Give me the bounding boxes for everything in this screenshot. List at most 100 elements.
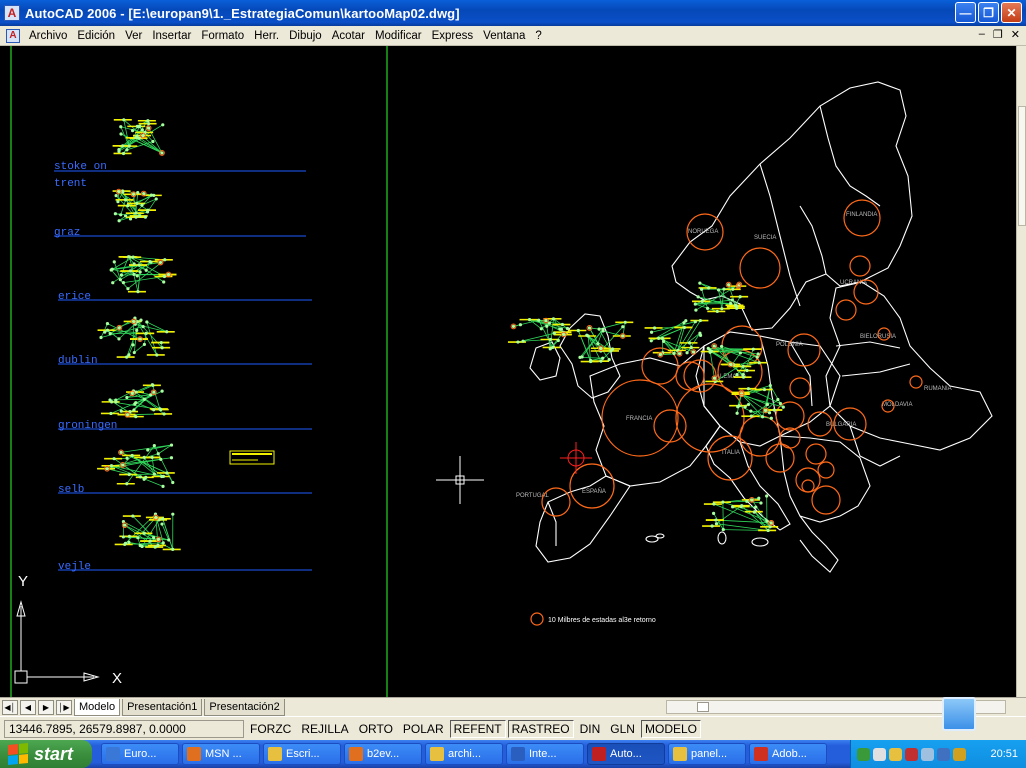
horizontal-scroll-thumb[interactable]: [697, 702, 709, 712]
network-node: [601, 327, 605, 332]
menu-modificar[interactable]: Modificar: [370, 26, 427, 46]
autocad-app-icon[interactable]: A: [4, 5, 20, 21]
city-network-3: [97, 316, 175, 359]
doc-close-button[interactable]: ✕: [1011, 28, 1020, 41]
doc-minimize-button[interactable]: –: [979, 28, 985, 41]
tab-prev-button[interactable]: ◀: [20, 699, 36, 715]
menu-ventana[interactable]: Ventana: [478, 26, 530, 46]
taskbar-item[interactable]: Euro...: [101, 743, 179, 765]
menu-express[interactable]: Express: [427, 26, 479, 46]
network-node: [117, 337, 121, 341]
network-node: [116, 200, 120, 204]
menu-insertar[interactable]: Insertar: [147, 26, 196, 46]
network-node: [162, 274, 167, 279]
network-node: [745, 368, 749, 373]
network-node: [156, 543, 160, 547]
drawing-area[interactable]: stoke on trent graz erice dublin groning…: [0, 46, 1016, 697]
antivirus-icon[interactable]: [905, 747, 918, 761]
network-node: [121, 463, 125, 467]
tab-presentacion2[interactable]: Presentación2: [204, 698, 285, 716]
tab-next-button[interactable]: ▶: [38, 699, 54, 715]
network-node: [153, 545, 157, 549]
network-icon[interactable]: [857, 747, 870, 761]
taskbar-item[interactable]: b2ev...: [344, 743, 422, 765]
taskbar-item[interactable]: archi...: [425, 743, 503, 765]
task-label: Euro...: [124, 748, 157, 760]
map-network-0: [507, 317, 572, 351]
toggle-orto[interactable]: ORTO: [354, 719, 397, 738]
network-node: [691, 350, 696, 354]
menu-ver[interactable]: Ver: [120, 26, 147, 46]
menu-dibujo[interactable]: Dibujo: [284, 26, 327, 46]
network-node: [119, 409, 123, 413]
taskbar-item[interactable]: Adob...: [749, 743, 827, 765]
doc-restore-button[interactable]: ❐: [993, 28, 1003, 41]
network-node: [649, 339, 653, 343]
minimize-button[interactable]: —: [955, 2, 976, 23]
taskbar: start Euro... MSN ... Escri... b2ev... archi…: [0, 740, 1026, 768]
taskbar-item[interactable]: Inte...: [506, 743, 584, 765]
start-button[interactable]: start: [0, 740, 92, 768]
network-node: [657, 336, 661, 340]
menu-archivo[interactable]: Archivo: [24, 26, 72, 46]
city-network-graphs: [97, 118, 181, 552]
data-circle: [817, 461, 835, 479]
toggle-forzc[interactable]: FORZC: [246, 719, 296, 738]
network-node: [169, 456, 174, 460]
network-node: [165, 330, 169, 334]
data-circle: [849, 255, 871, 277]
toggle-rejilla[interactable]: REJILLA: [297, 719, 353, 738]
coordinate-display[interactable]: 13446.7895, 26579.8987, 0.0000: [4, 719, 244, 738]
toggle-rastreo[interactable]: RASTREO: [507, 719, 574, 738]
taskbar-item[interactable]: MSN ...: [182, 743, 260, 765]
menu-formato[interactable]: Formato: [196, 26, 249, 46]
clock[interactable]: 20:51: [990, 748, 1018, 760]
menu-help[interactable]: ?: [530, 26, 546, 46]
menu-edicion[interactable]: Edición: [72, 26, 120, 46]
menu-acotar[interactable]: Acotar: [327, 26, 370, 46]
tab-first-button[interactable]: ◀│: [2, 699, 18, 715]
menu-herr[interactable]: Herr.: [249, 26, 284, 46]
messenger-icon[interactable]: [873, 747, 886, 761]
drawing-canvas[interactable]: stoke on trent graz erice dublin groning…: [0, 46, 1016, 697]
data-circle: [811, 485, 841, 515]
taskbar-item[interactable]: panel...: [668, 743, 746, 765]
security-icon[interactable]: [889, 747, 902, 761]
network-node: [112, 260, 116, 264]
taskbar-item[interactable]: Auto...: [587, 743, 665, 765]
task-label: panel...: [691, 748, 728, 760]
network-node: [693, 302, 697, 306]
network-node: [576, 328, 580, 333]
restore-button[interactable]: ❐: [978, 2, 999, 23]
toggle-polar[interactable]: POLAR: [398, 719, 448, 738]
toggle-refent[interactable]: REFENT: [449, 719, 506, 738]
task-app-icon: [511, 747, 525, 761]
close-button[interactable]: ✕: [1001, 2, 1022, 23]
network-node: [757, 496, 761, 500]
network-edge: [120, 444, 172, 453]
lock-icon[interactable]: [953, 747, 966, 761]
network-node: [135, 201, 139, 206]
toggle-modelo[interactable]: MODELO: [640, 719, 701, 738]
toggle-gln[interactable]: GLN: [606, 719, 639, 738]
network-node: [756, 352, 760, 356]
network-node: [589, 359, 593, 364]
tab-modelo[interactable]: Modelo: [74, 698, 121, 716]
taskbar-item[interactable]: Escri...: [263, 743, 341, 765]
vertical-scrollbar[interactable]: [1016, 46, 1026, 697]
download-arrow-icon[interactable]: [942, 697, 976, 731]
network-node: [660, 336, 665, 340]
network-node: [772, 408, 776, 412]
volume-icon[interactable]: [937, 747, 950, 761]
network-node: [739, 504, 743, 509]
document-icon[interactable]: A: [6, 28, 20, 43]
network-node: [144, 268, 148, 272]
display-icon[interactable]: [921, 747, 934, 761]
tab-last-button[interactable]: │▶: [56, 699, 72, 715]
network-node: [131, 343, 135, 347]
toggle-din[interactable]: DIN: [575, 719, 605, 738]
network-node: [117, 219, 121, 223]
vertical-scroll-thumb[interactable]: [1018, 106, 1026, 226]
network-node: [763, 408, 768, 413]
tab-presentacion1[interactable]: Presentación1: [122, 698, 203, 716]
